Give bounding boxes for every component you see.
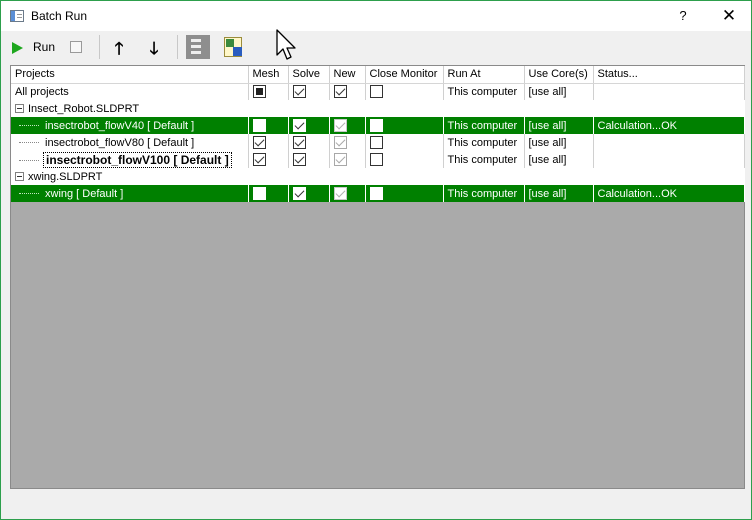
project-row[interactable]: insectrobot_flowV80 [ Default ] This com… <box>11 134 745 151</box>
window-title: Batch Run <box>31 9 88 23</box>
status-cell <box>593 134 745 151</box>
mouse-cursor-icon <box>276 29 296 60</box>
status-bar <box>1 491 751 519</box>
toolbar-separator <box>177 35 178 59</box>
close-monitor-checkbox[interactable] <box>369 85 383 99</box>
use-cores-cell[interactable]: [use all] <box>524 151 594 168</box>
use-cores-cell[interactable]: [use all] <box>524 134 594 151</box>
project-row[interactable]: xwing [ Default ] This computer [use all… <box>11 185 745 202</box>
close-monitor-checkbox[interactable] <box>369 119 383 132</box>
header-status[interactable]: Status... <box>593 66 745 84</box>
run-at-cell[interactable]: This computer <box>443 134 525 151</box>
projects-table: Projects Mesh Solve New Close Monitor Ru… <box>11 66 745 202</box>
flow-results-button[interactable] <box>186 35 210 59</box>
status-cell <box>593 83 745 100</box>
toolbar-separator <box>99 35 100 59</box>
group-row[interactable]: Insect_Robot.SLDPRT <box>11 100 744 117</box>
new-checkbox <box>333 153 347 166</box>
new-checkbox <box>333 136 347 149</box>
solve-checkbox[interactable] <box>292 119 306 132</box>
collapse-icon[interactable] <box>15 104 24 114</box>
projects-grid: Projects Mesh Solve New Close Monitor Ru… <box>10 65 745 489</box>
solve-checkbox[interactable] <box>292 187 306 200</box>
close-monitor-checkbox[interactable] <box>369 136 383 149</box>
run-at-cell[interactable]: This computer <box>443 185 525 202</box>
new-checkbox[interactable] <box>333 85 347 99</box>
header-solve[interactable]: Solve <box>288 66 330 84</box>
help-button[interactable]: ? <box>671 5 695 27</box>
mesh-checkbox[interactable] <box>252 153 266 166</box>
toolbar: Run 🡑 🡓 1 <box>1 31 751 89</box>
solve-checkbox[interactable] <box>292 153 306 166</box>
project-row[interactable]: insectrobot_flowV100 [ Default ] This co… <box>11 151 745 168</box>
collapse-icon[interactable] <box>15 172 24 182</box>
project-name: insectrobot_flowV40 [ Default ] <box>45 119 195 132</box>
export-icon <box>224 37 242 57</box>
run-at-cell[interactable]: This computer <box>443 151 525 168</box>
status-cell: Calculation...OK <box>593 185 745 202</box>
close-monitor-checkbox[interactable] <box>369 153 383 166</box>
solve-checkbox[interactable] <box>292 136 306 149</box>
use-cores-cell[interactable]: [use all] <box>524 185 594 202</box>
tree-connector <box>19 193 39 195</box>
header-projects[interactable]: Projects <box>11 66 249 84</box>
use-cores-cell[interactable]: [use all] <box>524 83 594 100</box>
all-projects-row: All projects This computer [use all] <box>11 83 745 100</box>
new-checkbox <box>333 187 347 200</box>
app-window-icon <box>10 10 24 22</box>
solve-checkbox[interactable] <box>292 85 306 99</box>
project-name: insectrobot_flowV100 [ Default ] <box>43 151 232 168</box>
mesh-checkbox[interactable] <box>252 136 266 149</box>
export-button[interactable] <box>221 35 247 59</box>
play-icon <box>12 42 23 54</box>
header-new[interactable]: New <box>329 66 366 84</box>
header-use-cores[interactable]: Use Core(s) <box>524 66 594 84</box>
run-button[interactable]: Run <box>9 35 59 59</box>
mesh-checkbox[interactable] <box>252 119 266 132</box>
tree-connector <box>19 142 39 144</box>
move-up-button[interactable]: 🡑 <box>109 35 129 59</box>
group-name: xwing.SLDPRT <box>28 170 103 183</box>
batch-run-window: Batch Run ? ✕ Run 🡑 🡓 1 <box>0 0 752 520</box>
header-close-monitor[interactable]: Close Monitor <box>365 66 444 84</box>
group-name: Insect_Robot.SLDPRT <box>28 102 140 115</box>
flow-results-icon <box>186 35 210 59</box>
mesh-checkbox[interactable] <box>252 85 266 99</box>
close-monitor-checkbox[interactable] <box>369 187 383 200</box>
header-run-at[interactable]: Run At <box>443 66 525 84</box>
project-row[interactable]: insectrobot_flowV40 [ Default ] This com… <box>11 117 745 134</box>
project-name: xwing [ Default ] <box>45 187 124 200</box>
run-at-cell[interactable]: This computer <box>443 117 525 134</box>
status-cell <box>593 151 745 168</box>
arrow-up-icon: 🡑 <box>114 39 124 58</box>
mesh-checkbox[interactable] <box>252 187 266 200</box>
stop-button[interactable] <box>67 35 85 59</box>
arrow-down-icon: 🡓 <box>149 39 159 58</box>
tree-connector <box>19 125 39 127</box>
close-button[interactable]: ✕ <box>709 4 749 28</box>
move-down-button[interactable]: 🡓 <box>144 35 164 59</box>
group-row[interactable]: xwing.SLDPRT <box>11 168 744 185</box>
run-button-label: Run <box>33 40 56 54</box>
status-cell: Calculation...OK <box>593 117 745 134</box>
grid-header-row: Projects Mesh Solve New Close Monitor Ru… <box>11 66 745 84</box>
header-mesh[interactable]: Mesh <box>248 66 289 84</box>
stop-icon <box>70 41 82 53</box>
run-at-cell[interactable]: This computer <box>443 83 525 100</box>
project-name: insectrobot_flowV80 [ Default ] <box>45 136 195 149</box>
use-cores-cell[interactable]: [use all] <box>524 117 594 134</box>
title-bar: Batch Run ? ✕ <box>1 1 751 31</box>
new-checkbox <box>333 119 347 132</box>
all-projects-label: All projects <box>11 83 249 100</box>
tree-connector <box>19 160 39 162</box>
